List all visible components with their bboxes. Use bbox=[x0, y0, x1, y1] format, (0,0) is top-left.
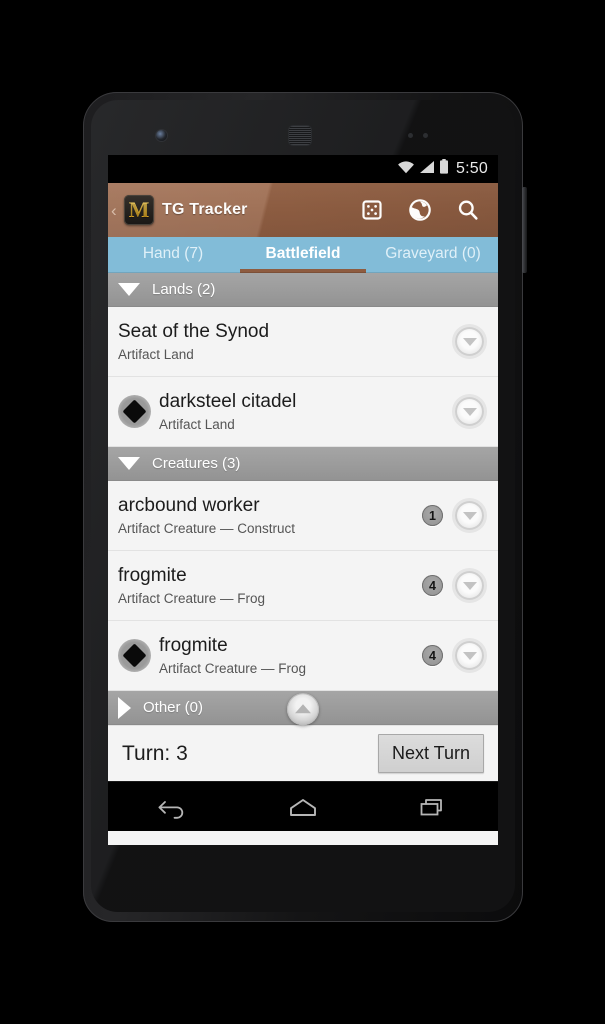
section-label-other: Other (0) bbox=[143, 699, 204, 716]
ambient-light-sensor bbox=[423, 133, 428, 138]
card-name: arcbound worker bbox=[118, 495, 260, 517]
section-header-lands[interactable]: Lands (2) bbox=[108, 273, 498, 307]
list-item[interactable]: darksteel citadel Artifact Land bbox=[108, 377, 498, 447]
chevron-down-icon bbox=[118, 283, 140, 296]
card-type: Artifact Land bbox=[159, 416, 235, 432]
card-text: frogmite Artifact Creature — Frog bbox=[159, 635, 422, 675]
expand-row-button[interactable] bbox=[455, 571, 484, 600]
count-badge: 4 bbox=[422, 645, 443, 666]
expand-row-button[interactable] bbox=[455, 501, 484, 530]
app-logo-letter: M bbox=[128, 197, 150, 222]
section-header-other[interactable]: Other (0) bbox=[108, 691, 498, 725]
turn-bar: Turn: 3 Next Turn bbox=[108, 725, 498, 781]
count-badge: 4 bbox=[422, 575, 443, 596]
card-text: Seat of the Synod Artifact Land bbox=[118, 321, 455, 361]
card-text: darksteel citadel Artifact Land bbox=[159, 391, 455, 431]
up-chevron-icon[interactable]: ‹ bbox=[111, 202, 124, 219]
navigation-bar bbox=[108, 781, 498, 831]
list-item[interactable]: arcbound worker Artifact Creature — Cons… bbox=[108, 481, 498, 551]
section-label-lands: Lands (2) bbox=[152, 281, 216, 298]
card-name: frogmite bbox=[118, 565, 187, 587]
card-type: Artifact Land bbox=[118, 346, 194, 362]
card-name: frogmite bbox=[159, 635, 228, 657]
tapped-diamond-icon[interactable] bbox=[118, 639, 151, 672]
power-button[interactable] bbox=[522, 187, 527, 273]
search-icon[interactable] bbox=[455, 197, 481, 223]
card-text: arcbound worker Artifact Creature — Cons… bbox=[118, 495, 422, 535]
list-item[interactable]: Seat of the Synod Artifact Land bbox=[108, 307, 498, 377]
earpiece-speaker bbox=[289, 126, 311, 145]
card-text: frogmite Artifact Creature — Frog bbox=[118, 565, 422, 605]
back-nav-icon[interactable] bbox=[138, 787, 208, 827]
tab-bar: Hand (7) Battlefield Graveyard (0) bbox=[108, 237, 498, 273]
list-item[interactable]: frogmite Artifact Creature — Frog 4 bbox=[108, 551, 498, 621]
app-logo[interactable]: M bbox=[124, 195, 154, 225]
card-type: Artifact Creature — Frog bbox=[118, 590, 266, 606]
card-type: Artifact Creature — Frog bbox=[159, 660, 307, 676]
section-header-creatures[interactable]: Creatures (3) bbox=[108, 447, 498, 481]
tab-graveyard[interactable]: Graveyard (0) bbox=[368, 237, 498, 273]
chevron-right-icon bbox=[118, 696, 131, 719]
status-clock: 5:50 bbox=[456, 160, 488, 177]
tapped-diamond-icon[interactable] bbox=[118, 395, 151, 428]
tap-globe-icon[interactable] bbox=[407, 197, 433, 223]
list-item[interactable]: frogmite Artifact Creature — Frog 4 bbox=[108, 621, 498, 691]
phone-device: 5:50 ‹ M TG Tracker Hand (7) Battlefield… bbox=[83, 92, 527, 922]
action-bar: ‹ M TG Tracker bbox=[108, 183, 498, 237]
card-list: Lands (2) Seat of the Synod Artifact Lan… bbox=[108, 273, 498, 725]
front-camera bbox=[156, 130, 167, 141]
panel-drag-handle[interactable] bbox=[287, 692, 319, 725]
card-type: Artifact Creature — Construct bbox=[118, 520, 296, 536]
next-turn-button[interactable]: Next Turn bbox=[377, 734, 484, 773]
phone-screen: 5:50 ‹ M TG Tracker Hand (7) Battlefield… bbox=[108, 155, 498, 845]
action-bar-actions bbox=[359, 197, 498, 223]
status-bar: 5:50 bbox=[108, 155, 498, 183]
tab-hand[interactable]: Hand (7) bbox=[108, 237, 238, 273]
battery-icon bbox=[439, 159, 449, 179]
card-name: darksteel citadel bbox=[159, 391, 297, 413]
count-badge: 1 bbox=[422, 505, 443, 526]
home-nav-icon[interactable] bbox=[268, 787, 338, 827]
proximity-sensor bbox=[408, 133, 413, 138]
cell-signal-icon bbox=[419, 160, 435, 179]
expand-row-button[interactable] bbox=[455, 327, 484, 356]
turn-counter-label: Turn: 3 bbox=[122, 741, 188, 765]
recents-nav-icon[interactable] bbox=[398, 787, 468, 827]
chevron-down-icon bbox=[118, 457, 140, 470]
section-label-creatures: Creatures (3) bbox=[152, 455, 241, 472]
card-name: Seat of the Synod bbox=[118, 321, 270, 343]
wifi-icon bbox=[397, 160, 415, 179]
expand-row-button[interactable] bbox=[455, 397, 484, 426]
tab-battlefield[interactable]: Battlefield bbox=[238, 237, 368, 273]
app-title: TG Tracker bbox=[162, 201, 248, 218]
dice-icon[interactable] bbox=[359, 197, 385, 223]
expand-row-button[interactable] bbox=[455, 641, 484, 670]
